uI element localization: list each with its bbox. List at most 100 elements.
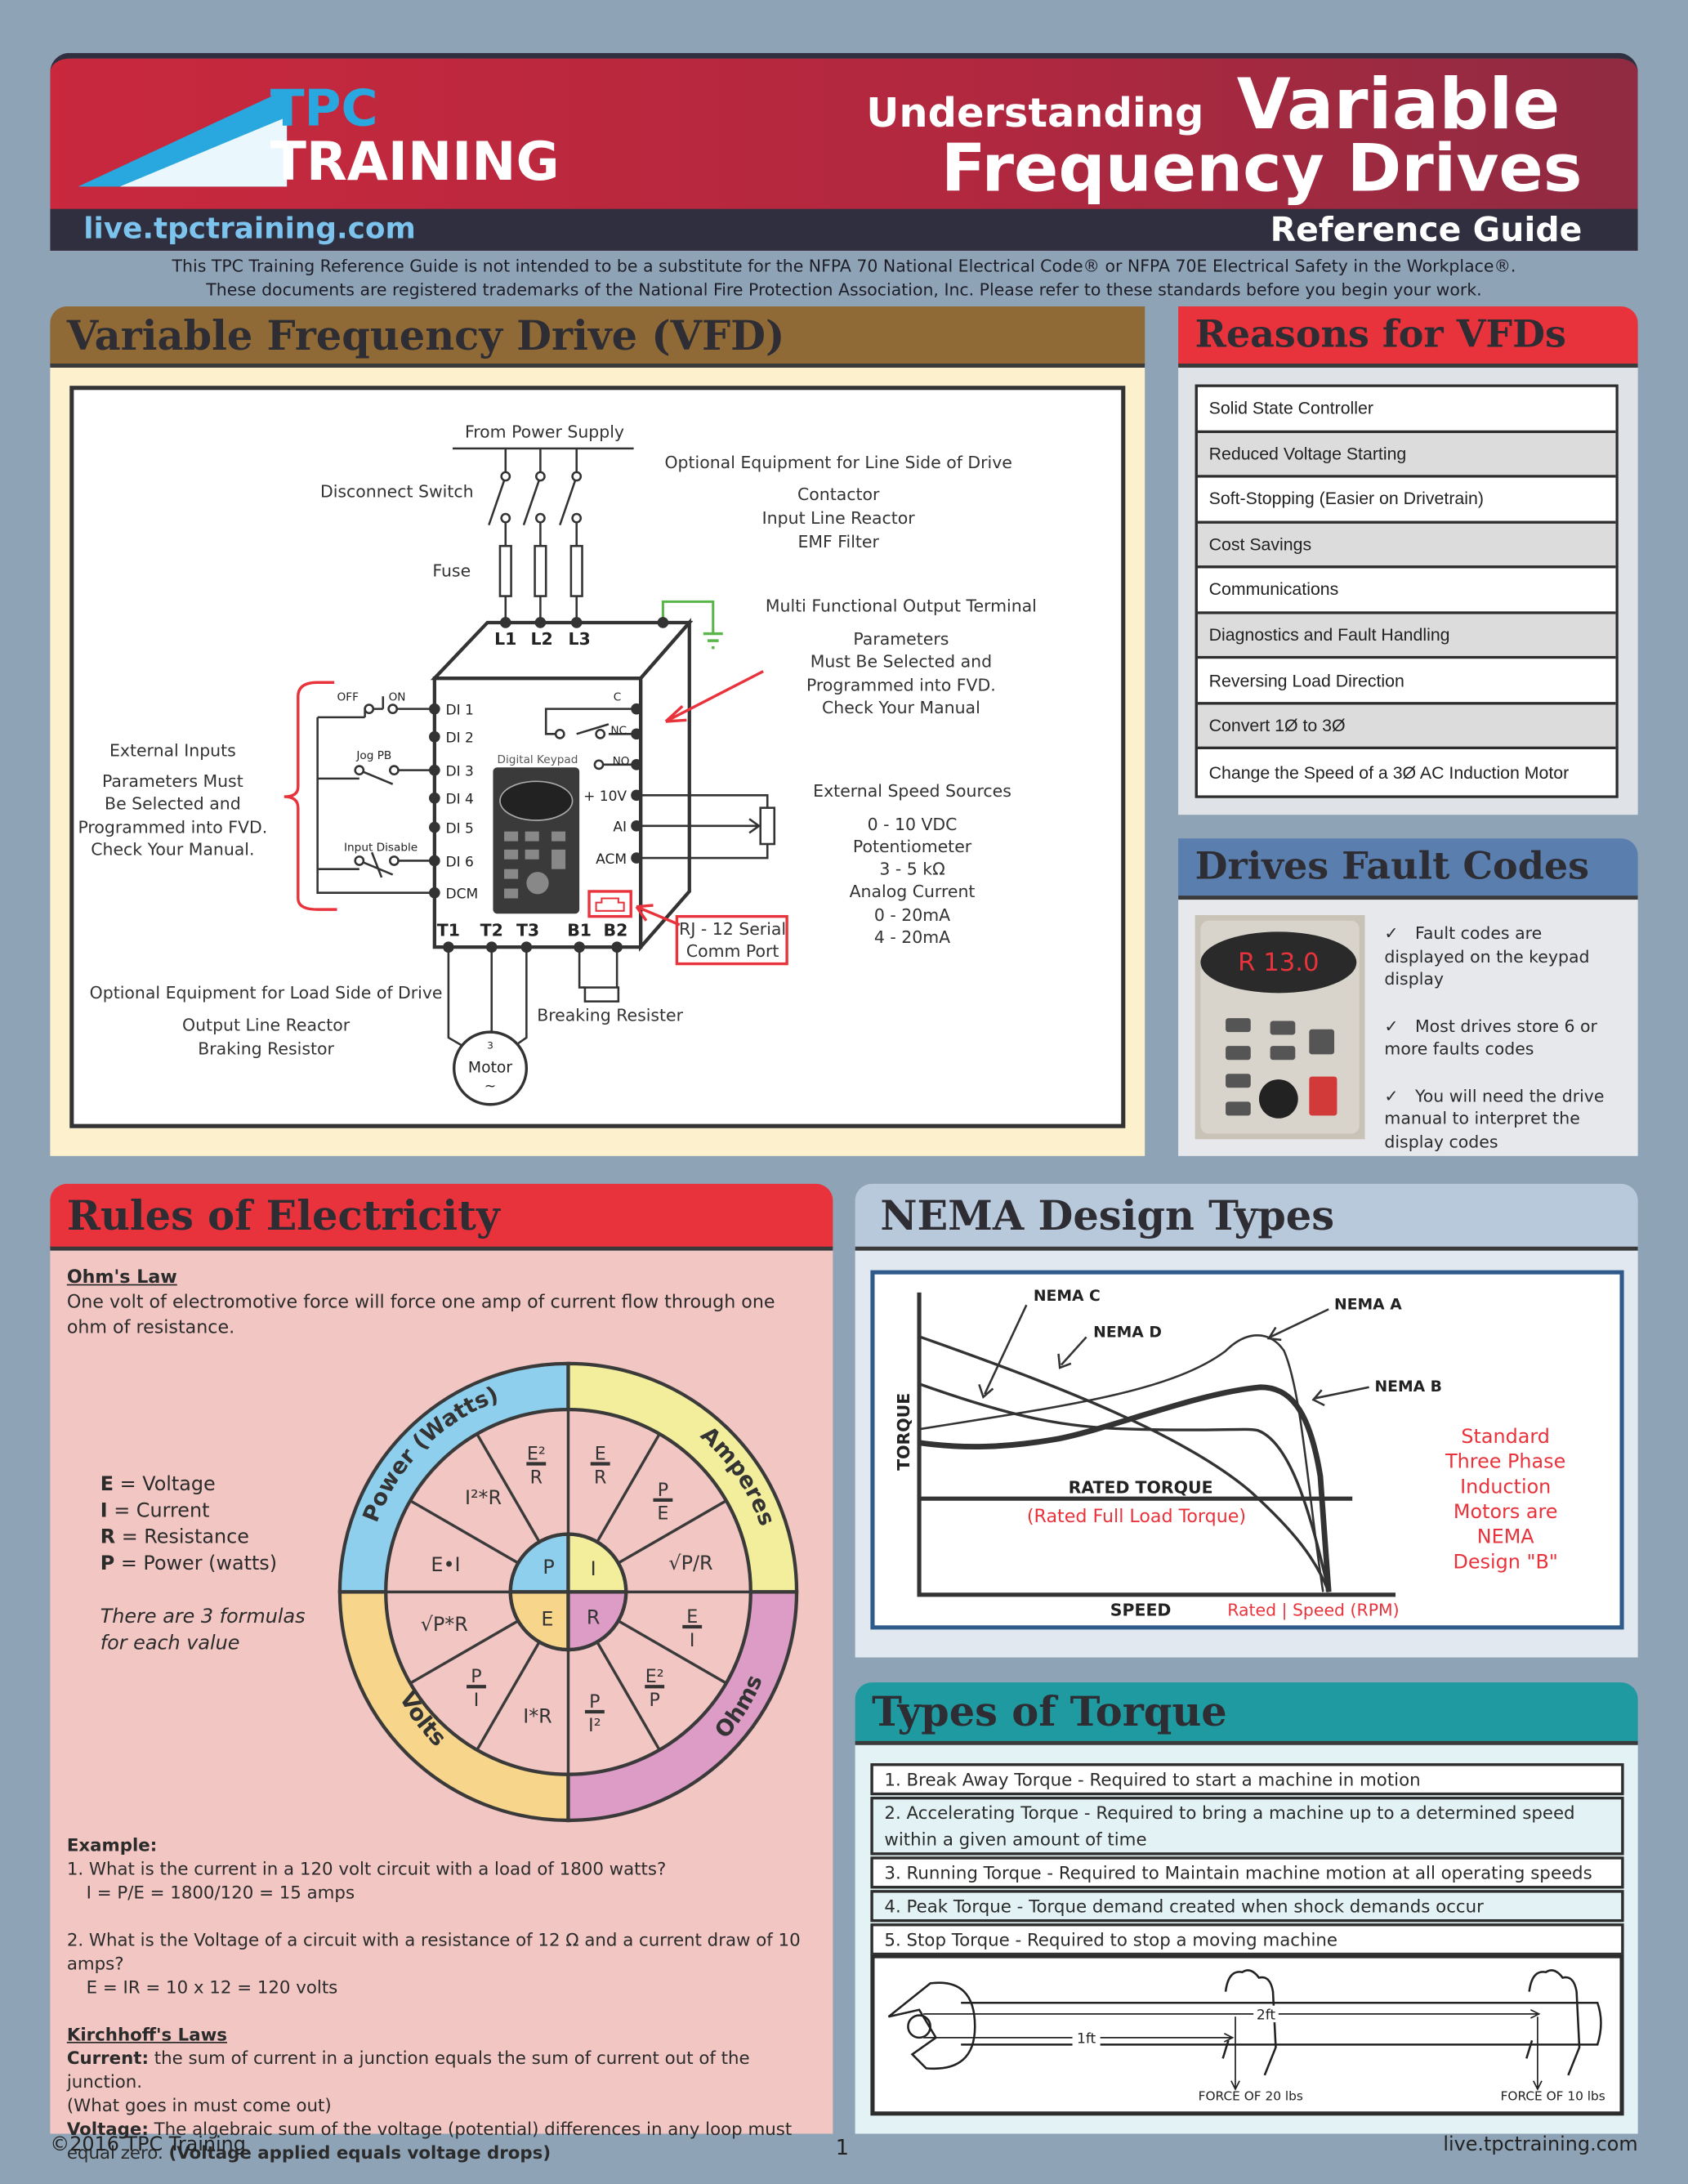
ohms-law-title: Ohm's Law xyxy=(66,1267,177,1289)
terminal-b2: B2 xyxy=(604,921,628,940)
torque-types-list: 1. Break Away Torque - Required to start… xyxy=(870,1763,1624,1957)
ground-icon xyxy=(703,632,723,650)
checkmark-icon: ✓ xyxy=(1384,1085,1399,1105)
footer-page-number: 1 xyxy=(835,2135,850,2160)
checkmark-icon: ✓ xyxy=(1384,1016,1399,1036)
legend-item: R = Resistance xyxy=(100,1525,277,1552)
label-speed-4: Analog Current xyxy=(850,882,976,901)
wrench-illustration-frame xyxy=(870,1954,1624,2116)
example-1-answer: I = P/E = 1800/120 = 15 amps xyxy=(86,1881,355,1903)
fault-code-item: ✓ Most drives store 6 or more faults code… xyxy=(1384,1015,1627,1061)
torque-type-item: 1. Break Away Torque - Required to start… xyxy=(870,1763,1624,1796)
disclaimer-line-1: This TPC Training Reference Guide is not… xyxy=(172,256,1516,276)
terminal-b1: B1 xyxy=(567,921,592,940)
torque-type-item: 3. Running Torque - Required to Maintain… xyxy=(870,1856,1624,1889)
label-rj-2: Comm Port xyxy=(686,941,779,961)
label-emf: EMF Filter xyxy=(797,532,879,552)
current-text: the sum of current in a junction equals … xyxy=(66,2047,750,2092)
fault-codes-section-title: Drives Fault Codes xyxy=(1178,838,1638,900)
motor-label: Motor xyxy=(468,1060,512,1077)
vfd-wiring-diagram: From Power Supply Disconnect Switch Fuse… xyxy=(78,422,1037,1106)
label-off: OFF xyxy=(337,690,359,703)
vfd-diagram: From Power Supply Disconnect Switch Fuse… xyxy=(69,386,1126,1128)
label-mfo: Multi Functional Output Terminal xyxy=(766,596,1037,615)
label-optional-load: Optional Equipment for Load Side of Driv… xyxy=(90,983,443,1003)
legend-item: E = Voltage xyxy=(100,1472,277,1498)
label-speed-3: 3 - 5 kΩ xyxy=(879,860,944,879)
example-2-answer: E = IR = 10 x 12 = 120 volts xyxy=(86,1976,338,1998)
formula-note-1: There are 3 formulas xyxy=(100,1606,306,1628)
reason-item: Convert 1Ø to 3Ø xyxy=(1197,704,1616,750)
reference-guide-page: TPC TRAINING Understanding Variable Freq… xyxy=(0,0,1688,2184)
reason-item: Change the Speed of a 3Ø AC Induction Mo… xyxy=(1197,749,1616,796)
label-output-reactor: Output Line Reactor xyxy=(182,1015,351,1034)
label-disconnect: Disconnect Switch xyxy=(320,482,474,502)
reasons-section-title: Reasons for VFDs xyxy=(1178,306,1638,368)
ac-tilde-icon: ~ xyxy=(485,1079,496,1095)
formula-note-2: for each value xyxy=(100,1632,240,1655)
label-contactor: Contactor xyxy=(797,485,880,504)
label-params-4: Check Your Manual xyxy=(822,698,980,717)
fault-code-text: Most drives store 6 or more faults codes xyxy=(1384,1016,1597,1059)
fault-code-item: ✓ You will need the drive manual to inter… xyxy=(1384,1084,1627,1153)
terminal-di5: DI 5 xyxy=(445,820,473,837)
terminal-acm: ACM xyxy=(596,851,627,868)
terminal-t3: T3 xyxy=(516,921,539,940)
label-speed-sources: External Speed Sources xyxy=(813,781,1011,801)
label-ext-1: Parameters Must xyxy=(102,771,243,791)
terminal-l3: L3 xyxy=(568,629,590,649)
disclaimer-line-2: These documents are registered trademark… xyxy=(206,279,1482,300)
legend-symbol: P xyxy=(100,1552,115,1575)
footer-url-link[interactable]: live.tpctraining.com xyxy=(1443,2133,1637,2155)
header-url-link[interactable]: live.tpctraining.com xyxy=(83,212,415,245)
nema-chart-frame xyxy=(870,1270,1624,1630)
reason-item: Cost Savings xyxy=(1197,523,1616,569)
logo-tpc: TPC xyxy=(270,80,378,138)
terminal-ai: AI xyxy=(613,820,627,836)
torque-section-title: Types of Torque xyxy=(855,1682,1638,1745)
example-2-question: 2. What is the Voltage of a circuit with… xyxy=(66,1928,801,1974)
label-fuse: Fuse xyxy=(432,561,471,581)
label-optional-line: Optional Equipment for Line Side of Driv… xyxy=(664,453,1011,472)
examples-block: Example: 1. What is the current in a 120… xyxy=(67,1833,819,2164)
title-frequency-drives: Frequency Drives xyxy=(940,131,1583,208)
reason-item: Soft-Stopping (Easier on Drivetrain) xyxy=(1197,477,1616,524)
legend-symbol: E xyxy=(100,1473,114,1496)
terminal-di3: DI 3 xyxy=(445,763,473,779)
legend-symbol: R xyxy=(100,1526,116,1549)
terminal-l2: L2 xyxy=(530,629,552,649)
label-breaking-resister: Breaking Resister xyxy=(537,1005,683,1025)
fuse-icon xyxy=(498,544,583,597)
digital-keypad-icon xyxy=(493,767,580,914)
current-label: Current: xyxy=(66,2047,149,2069)
legend-item: I = Current xyxy=(100,1498,277,1525)
reason-item: Reversing Load Direction xyxy=(1197,659,1616,705)
logo-training: TRAINING xyxy=(270,131,560,193)
label-braking-resistor: Braking Resistor xyxy=(198,1038,334,1058)
symbol-legend: E = Voltage I = Current R = Resistance P = … xyxy=(100,1472,277,1579)
kirchhoff-current: Current: the sum of current in a junctio… xyxy=(67,2046,819,2093)
kirchhoff-title: Kirchhoff's Laws xyxy=(66,2023,227,2045)
legend-desc: = Power (watts) xyxy=(114,1552,278,1575)
current-note: (What goes in must come out) xyxy=(66,2094,332,2116)
terminal-t1: T1 xyxy=(437,921,460,940)
speed-source-wiring xyxy=(636,794,769,860)
tpc-logo-triangle-icon xyxy=(78,89,288,187)
torque-type-item: 2. Accelerating Torque - Required to bri… xyxy=(870,1796,1624,1856)
reason-item: Reduced Voltage Starting xyxy=(1197,432,1616,478)
braking-resister-icon xyxy=(583,986,620,1003)
label-jog: Jog PB xyxy=(355,749,391,762)
header-subtitle: Reference Guide xyxy=(1270,210,1583,250)
label-speed-5: 0 - 20mA xyxy=(874,905,950,925)
terminal-10v: + 10V xyxy=(583,788,627,805)
reason-item: Communications xyxy=(1197,568,1616,614)
header-banner: TPC TRAINING Understanding Variable Freq… xyxy=(50,52,1638,251)
label-speed-1: 0 - 10 VDC xyxy=(868,815,958,834)
legend-item: P = Power (watts) xyxy=(100,1552,277,1578)
torque-type-item: 4. Peak Torque - Torque demand created w… xyxy=(870,1890,1624,1923)
formula-note: There are 3 formulas for each value xyxy=(100,1605,306,1658)
legend-desc: = Voltage xyxy=(114,1473,216,1496)
terminal-t2: T2 xyxy=(480,921,503,940)
fault-code-text: Fault codes are displayed on the keypad … xyxy=(1384,923,1590,989)
legend-desc: = Resistance xyxy=(115,1526,249,1549)
